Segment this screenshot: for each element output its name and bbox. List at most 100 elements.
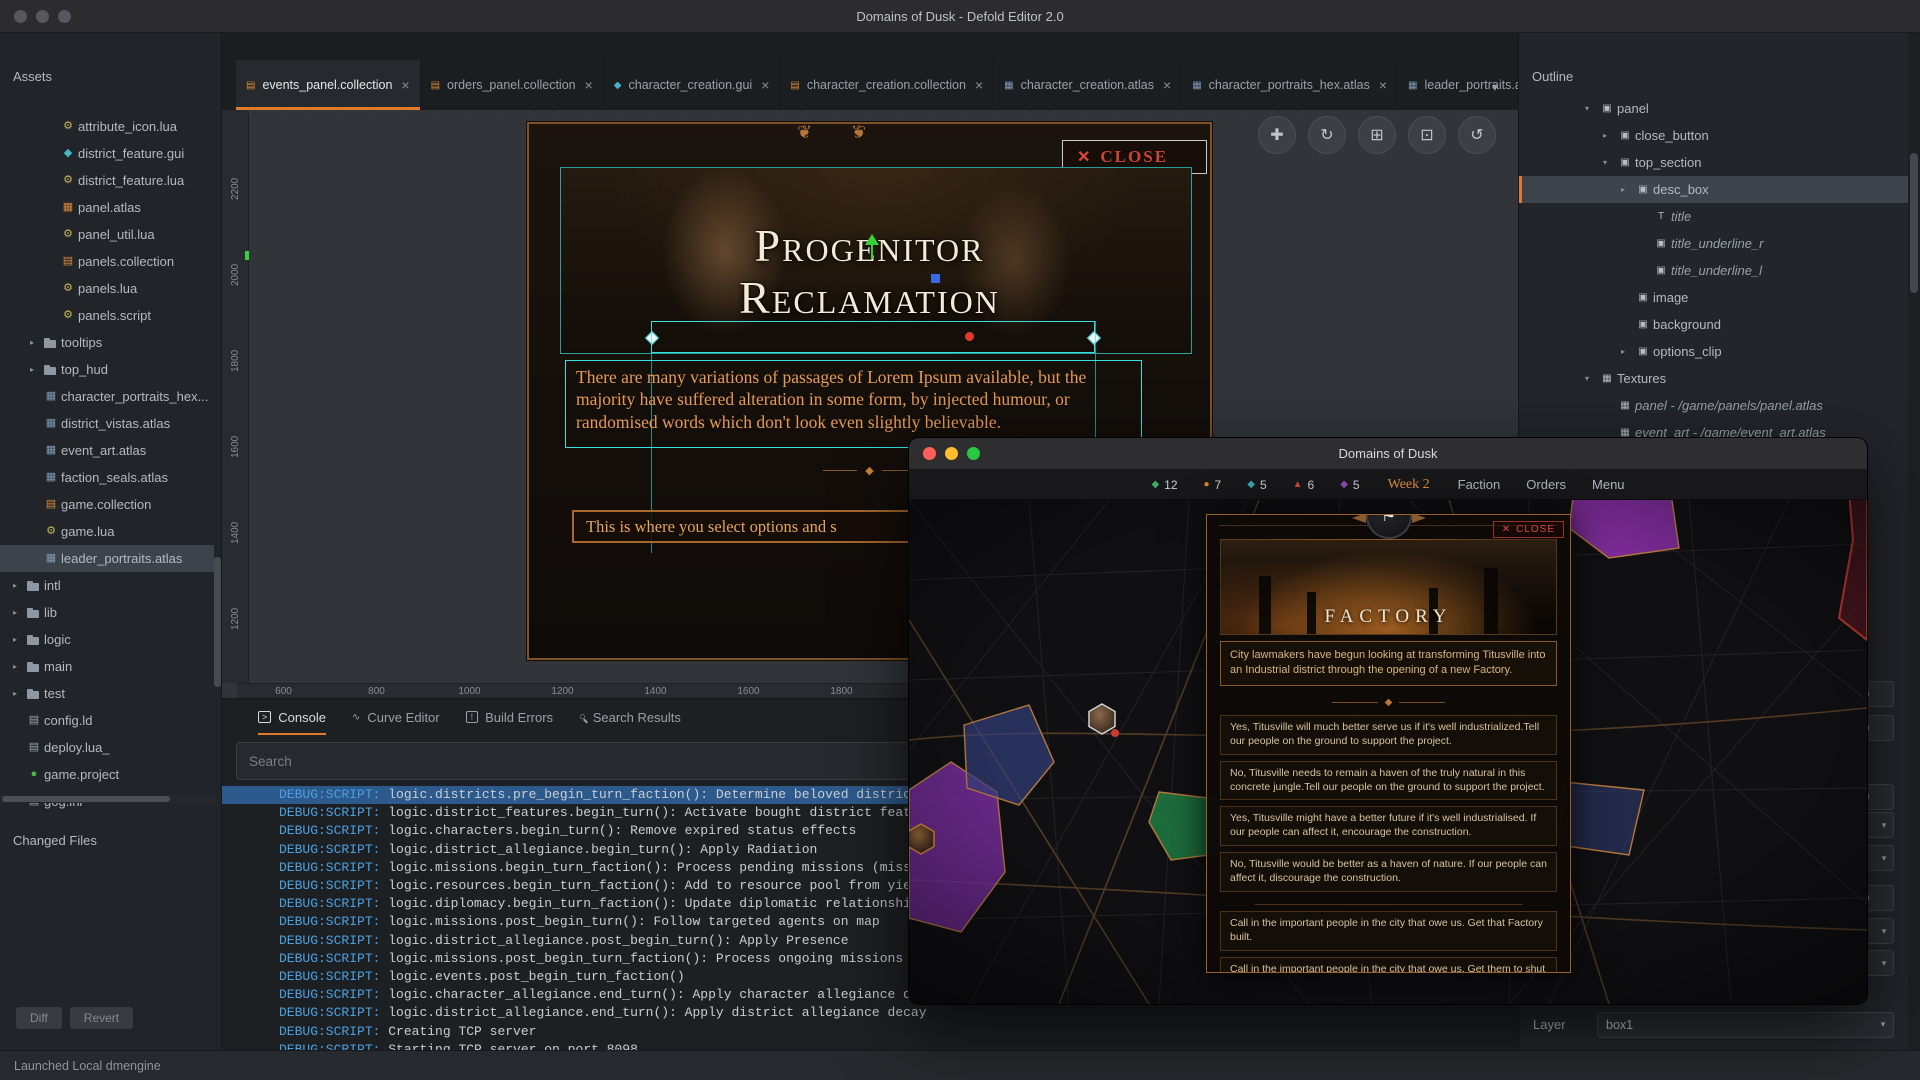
asset-tree-item[interactable]: ● game.project (0, 761, 214, 788)
expand-arrow-icon[interactable]: ▸ (30, 365, 43, 374)
asset-tree-item[interactable]: ⚙ panel_util.lua (0, 221, 214, 248)
console-log-line[interactable]: DEBUG:SCRIPT: logic.district_allegiance.… (222, 1004, 1518, 1022)
asset-tree-item[interactable]: ⚙ district_feature.lua (0, 167, 214, 194)
expand-arrow-icon[interactable]: ▸ (13, 635, 26, 644)
expand-arrow-icon[interactable]: ▸ (1603, 131, 1617, 140)
event-close-button[interactable]: ✕ CLOSE (1493, 521, 1564, 538)
outline-tree-item[interactable]: ▦ panel - /game/panels/panel.atlas (1519, 392, 1908, 419)
asset-tree-item[interactable]: ⚙ attribute_icon.lua (0, 113, 214, 140)
asset-tree-item[interactable]: ▸ main (0, 653, 214, 680)
outline-tree-item[interactable]: ▸ ▣ desc_box (1519, 176, 1908, 203)
asset-tree-item[interactable]: ▸ top_hud (0, 356, 214, 383)
event-option-button[interactable]: Call in the important people in the city… (1220, 911, 1557, 951)
asset-tree-item[interactable]: ▦ panel.atlas (0, 194, 214, 221)
expand-arrow-icon[interactable]: ▸ (30, 338, 43, 347)
outline-tree-item[interactable]: ▸ ▣ options_clip (1519, 338, 1908, 365)
outline-tree-item[interactable]: ▾ ▣ panel (1519, 95, 1908, 122)
event-option-button[interactable]: Call in the important people in the city… (1220, 957, 1557, 973)
scrollbar-thumb[interactable] (214, 557, 221, 687)
tab-close-icon[interactable]: × (1163, 77, 1171, 93)
asset-tree-item[interactable]: ▸ lib (0, 599, 214, 626)
event-option-button[interactable]: No, Titusville needs to remain a haven o… (1220, 761, 1557, 801)
expand-arrow-icon[interactable]: ▸ (1621, 347, 1635, 356)
expand-arrow-icon[interactable]: ▾ (1603, 158, 1617, 167)
scene-tool-button[interactable]: ↺ (1458, 116, 1496, 154)
asset-tree-item[interactable]: ⚙ game.lua (0, 518, 214, 545)
expand-arrow-icon[interactable]: ▾ (1585, 104, 1599, 113)
dropdown-caret-icon[interactable]: ▾ (1875, 853, 1893, 864)
tab-close-icon[interactable]: × (585, 77, 593, 93)
event-option-button[interactable]: Yes, Titusville will much better serve u… (1220, 715, 1557, 755)
tab-overflow-caret-icon[interactable]: ▾ (1492, 80, 1498, 94)
asset-tree-item[interactable]: ⚙ panels.script (0, 302, 214, 329)
expand-arrow-icon[interactable]: ▸ (13, 581, 26, 590)
city-map[interactable]: ⚑ ✕ CLOSE FACTORY City lawmakers have be… (909, 500, 1867, 1004)
expand-arrow-icon[interactable]: ▸ (13, 608, 26, 617)
scrollbar-thumb[interactable] (2, 796, 170, 802)
asset-tree-item[interactable]: ▦ character_portraits_hex... (0, 383, 214, 410)
outline-tree-item[interactable]: ▾ ▦ Textures (1519, 365, 1908, 392)
console-tab[interactable]: ○ Search Results (579, 699, 681, 735)
gizmo-handle[interactable] (931, 274, 940, 283)
asset-tree-item[interactable]: ▤ panels.collection (0, 248, 214, 275)
hud-menu-button[interactable]: Menu (1592, 477, 1625, 492)
dropdown-caret-icon[interactable]: ▾ (1875, 820, 1893, 831)
outline-tree-item[interactable]: ▣ background (1519, 311, 1908, 338)
editor-tab[interactable]: ▤ events_panel.collection × (236, 60, 421, 110)
console-tab[interactable]: ! Build Errors (466, 699, 553, 735)
asset-tree-item[interactable]: ▤ config.ld (0, 707, 214, 734)
asset-tree-item[interactable]: ▦ district_vistas.atlas (0, 410, 214, 437)
selection-box[interactable] (651, 321, 1095, 353)
tab-close-icon[interactable]: × (401, 77, 409, 93)
outline-tree-item[interactable]: T title (1519, 203, 1908, 230)
editor-tab[interactable]: ▦ character_creation.atlas × (994, 60, 1182, 110)
expand-arrow-icon[interactable]: ▸ (1621, 185, 1635, 194)
asset-tree-item[interactable]: ▸ logic (0, 626, 214, 653)
asset-tree-item[interactable]: ◆ district_feature.gui (0, 140, 214, 167)
editor-tab[interactable]: ▦ character_portraits_hex.atlas × (1182, 60, 1398, 110)
outline-tree-item[interactable]: ▾ ▣ top_section (1519, 149, 1908, 176)
editor-tab[interactable]: ▦ leader_portraits.a (1398, 60, 1518, 110)
asset-tree-item[interactable]: ▸ test (0, 680, 214, 707)
dropdown-caret-icon[interactable]: ▾ (1875, 958, 1893, 969)
asset-tree-item[interactable]: ▦ faction_seals.atlas (0, 464, 214, 491)
asset-tree-item[interactable]: ▸ tooltips (0, 329, 214, 356)
scene-tool-button[interactable]: ⊞ (1358, 116, 1396, 154)
asset-tree-item[interactable]: ⚙ panels.lua (0, 275, 214, 302)
layer-select[interactable]: box1 ▾ (1597, 1012, 1894, 1038)
outline-tree-item[interactable]: ▸ ▣ close_button (1519, 122, 1908, 149)
editor-tab[interactable]: ▤ character_creation.collection × (780, 60, 994, 110)
hud-menu-button[interactable]: Faction (1458, 477, 1501, 492)
scrollbar-thumb[interactable] (1910, 153, 1918, 293)
outline-tree-item[interactable]: ▣ title_underline_r (1519, 230, 1908, 257)
game-window[interactable]: Domains of Dusk ◆ 12 ● 7 ◆ 5 ▲ 6 ◆ (909, 438, 1867, 1004)
assets-horizontal-scrollbar[interactable] (0, 795, 215, 803)
outline-tree-item[interactable]: ▣ title_underline_l (1519, 257, 1908, 284)
console-tab[interactable]: > Console (258, 699, 326, 735)
asset-tree-item[interactable]: ▸ intl (0, 572, 214, 599)
asset-tree-item[interactable]: ▦ event_art.atlas (0, 437, 214, 464)
tab-close-icon[interactable]: × (1379, 77, 1387, 93)
console-tab[interactable]: ∿ Curve Editor (352, 699, 440, 735)
outline-tree-item[interactable]: ▣ image (1519, 284, 1908, 311)
scene-tool-button[interactable]: ⊡ (1408, 116, 1446, 154)
asset-tree-item[interactable]: ▤ deploy.lua_ (0, 734, 214, 761)
hud-menu-button[interactable]: Orders (1526, 477, 1566, 492)
outline-scrollbar[interactable] (1908, 33, 1920, 1050)
scene-tool-button[interactable]: ✚ (1258, 116, 1296, 154)
tab-close-icon[interactable]: × (975, 77, 983, 93)
event-option-button[interactable]: No, Titusville would be better as a have… (1220, 852, 1557, 892)
event-option-button[interactable]: Yes, Titusville might have a better futu… (1220, 806, 1557, 846)
asset-tree-item[interactable]: ▦ leader_portraits.atlas (0, 545, 214, 572)
scene-tool-button[interactable]: ↻ (1308, 116, 1346, 154)
move-gizmo-y-axis[interactable] (865, 234, 879, 245)
diff-button[interactable]: Diff (16, 1007, 62, 1029)
assets-vertical-scrollbar[interactable] (214, 113, 221, 819)
expand-arrow-icon[interactable]: ▸ (13, 689, 26, 698)
revert-button[interactable]: Revert (70, 1007, 133, 1029)
console-log-line[interactable]: DEBUG:SCRIPT: Creating TCP server (222, 1023, 1518, 1041)
expand-arrow-icon[interactable]: ▾ (1585, 374, 1599, 383)
expand-arrow-icon[interactable]: ▸ (13, 662, 26, 671)
console-log-line[interactable]: DEBUG:SCRIPT: Starting TCP server on por… (222, 1041, 1518, 1050)
dropdown-caret-icon[interactable]: ▾ (1875, 926, 1893, 937)
